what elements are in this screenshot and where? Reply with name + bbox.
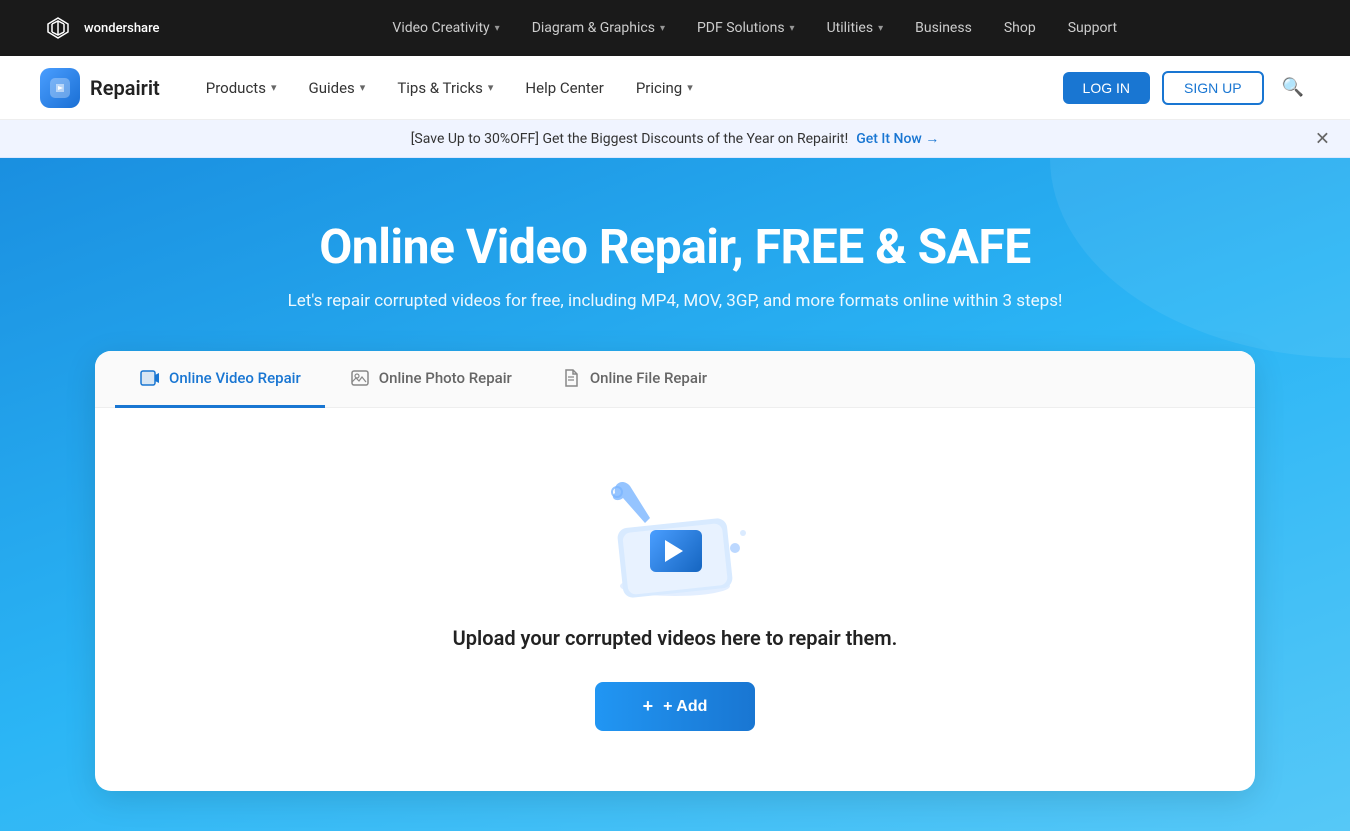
search-icon[interactable]: 🔍 (1276, 71, 1310, 104)
plus-icon: + (643, 696, 654, 717)
chevron-down-icon: ▾ (660, 23, 665, 34)
banner-close-button[interactable]: ✕ (1315, 128, 1330, 149)
logo-area[interactable]: wondershare (40, 10, 160, 46)
upload-prompt-text: Upload your corrupted videos here to rep… (453, 626, 898, 650)
tab-online-file-repair[interactable]: Online File Repair (536, 351, 731, 408)
tab-online-video-repair[interactable]: Online Video Repair (115, 351, 325, 408)
hero-title: Online Video Repair, FREE & SAFE (319, 218, 1031, 275)
brand-area[interactable]: Repairit (40, 68, 160, 108)
brand-logo (40, 68, 80, 108)
chevron-down-icon: ▾ (495, 23, 500, 34)
video-tab-icon (139, 367, 161, 389)
chevron-down-icon: ▾ (878, 23, 883, 34)
card-tab-bar: Online Video Repair Online Photo Repair (95, 351, 1255, 408)
top-nav-item-business[interactable]: Business (899, 0, 988, 56)
secondary-nav-items: Products ▾ Guides ▾ Tips & Tricks ▾ Help… (192, 71, 1063, 105)
top-nav-item-video-creativity[interactable]: Video Creativity ▾ (376, 0, 515, 56)
top-nav-item-shop[interactable]: Shop (988, 0, 1052, 56)
secondnav-item-tips-tricks[interactable]: Tips & Tricks ▾ (383, 71, 507, 105)
banner-text: [Save Up to 30%OFF] Get the Biggest Disc… (411, 131, 849, 147)
login-button[interactable]: LOG IN (1063, 72, 1150, 104)
secondnav-item-help-center[interactable]: Help Center (511, 71, 617, 105)
top-nav-items: Video Creativity ▾ Diagram & Graphics ▾ … (200, 0, 1310, 56)
top-nav-item-utilities[interactable]: Utilities ▾ (811, 0, 900, 56)
logo-text: wondershare (84, 21, 160, 36)
hero-section: Online Video Repair, FREE & SAFE Let's r… (0, 158, 1350, 831)
top-nav-item-support[interactable]: Support (1052, 0, 1133, 56)
secondary-nav-right: LOG IN SIGN UP 🔍 (1063, 71, 1310, 105)
top-nav-item-pdf-solutions[interactable]: PDF Solutions ▾ (681, 0, 811, 56)
tab-online-photo-repair[interactable]: Online Photo Repair (325, 351, 536, 408)
chevron-down-icon: ▾ (360, 81, 366, 94)
chevron-down-icon: ▾ (790, 23, 795, 34)
repair-card: Online Video Repair Online Photo Repair (95, 351, 1255, 791)
upload-illustration (595, 468, 755, 598)
secondnav-item-guides[interactable]: Guides ▾ (294, 71, 379, 105)
promotional-banner: [Save Up to 30%OFF] Get the Biggest Disc… (0, 120, 1350, 158)
add-video-button[interactable]: + + Add (595, 682, 756, 731)
photo-tab-icon (349, 367, 371, 389)
top-navigation: wondershare Video Creativity ▾ Diagram &… (0, 0, 1350, 56)
file-tab-icon (560, 367, 582, 389)
chevron-down-icon: ▾ (488, 81, 494, 94)
signup-button[interactable]: SIGN UP (1162, 71, 1264, 105)
hero-subtitle: Let's repair corrupted videos for free, … (288, 291, 1063, 311)
chevron-down-icon: ▾ (271, 81, 277, 94)
top-nav-item-diagram-graphics[interactable]: Diagram & Graphics ▾ (516, 0, 681, 56)
chevron-down-icon: ▾ (687, 81, 693, 94)
secondary-navigation: Repairit Products ▾ Guides ▾ Tips & Tric… (0, 56, 1350, 120)
secondnav-item-products[interactable]: Products ▾ (192, 71, 291, 105)
banner-link[interactable]: Get It Now → (856, 130, 939, 147)
card-body: Upload your corrupted videos here to rep… (95, 408, 1255, 791)
brand-name: Repairit (90, 76, 160, 100)
secondnav-item-pricing[interactable]: Pricing ▾ (622, 71, 707, 105)
